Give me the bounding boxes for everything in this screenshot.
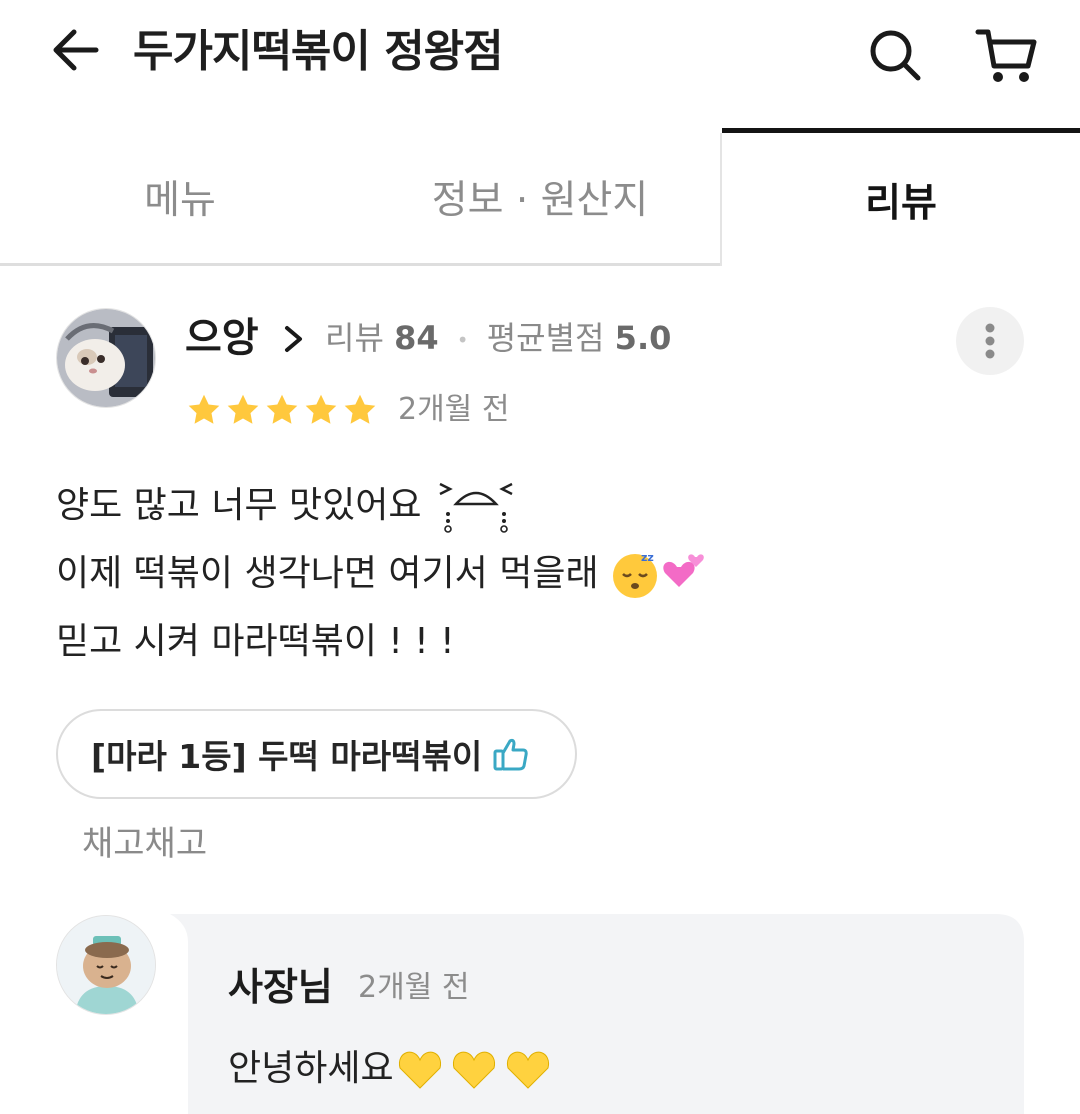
store-title: 두가지떡볶이 정왕점 <box>133 26 504 77</box>
search-icon[interactable] <box>866 26 924 84</box>
owner-avatar <box>56 915 156 1015</box>
chevron-right-icon[interactable] <box>283 324 305 354</box>
menu-tag-label: [마라 1등] 두떡 마라떡볶이 <box>91 737 483 776</box>
more-vertical-icon <box>985 323 995 359</box>
owner-name: 사장님 <box>228 965 333 1009</box>
review-text: 양도 많고 너무 맛있어요 이제 떡볶이 생각나면 여기서 먹을래 zz 믿고 … <box>56 472 717 676</box>
tab-review[interactable]: 리뷰 <box>722 128 1080 266</box>
reviewer-stats: 리뷰 84 • 평균별점 5.0 <box>325 318 671 360</box>
more-options-button[interactable] <box>956 307 1024 375</box>
review-line-3: 믿고 시켜 마라떡볶이 ! ! ! <box>56 621 455 662</box>
tab-menu[interactable]: 메뉴 <box>0 128 360 266</box>
average-rating-label: 평균별점 <box>486 319 605 357</box>
review-hashtag: 채고채고 <box>82 824 208 864</box>
average-rating-value: 5.0 <box>614 319 672 357</box>
review-count: 84 <box>394 319 439 357</box>
sleeping-face-emoticon <box>438 482 513 533</box>
stats-separator: • <box>456 328 469 352</box>
review-date: 2개월 전 <box>398 392 510 427</box>
review-line-2: 이제 떡볶이 생각나면 여기서 먹을래 <box>56 553 599 594</box>
tab-bar: 메뉴 정보 · 원산지 리뷰 <box>0 128 1080 266</box>
reviewer-name[interactable]: 으앙 <box>185 312 259 364</box>
review-count-label: 리뷰 <box>325 319 384 357</box>
sleeping-face-heart-emoji: zz <box>612 551 704 598</box>
tab-underline <box>0 263 722 266</box>
star-icon <box>227 394 259 424</box>
reviewer-avatar[interactable] <box>56 308 156 408</box>
owner-reply-text: 안녕하세요 <box>228 1044 554 1094</box>
star-icon <box>305 394 337 424</box>
tab-info-origin[interactable]: 정보 · 원산지 <box>360 128 720 266</box>
tab-divider <box>720 133 722 266</box>
svg-text:zz: zz <box>641 551 654 564</box>
star-rating <box>186 392 378 428</box>
thumbs-up-icon <box>493 738 528 771</box>
star-icon <box>344 394 376 424</box>
owner-reply-date: 2개월 전 <box>358 970 470 1005</box>
owner-reply-line: 안녕하세요 <box>228 1048 394 1089</box>
ordered-menu-tag[interactable]: [마라 1등] 두떡 마라떡볶이 <box>56 709 577 799</box>
back-arrow-icon[interactable] <box>48 22 104 78</box>
star-icon <box>266 394 298 424</box>
yellow-heart-emoji <box>398 1051 549 1089</box>
cart-icon[interactable] <box>974 26 1040 86</box>
review-line-1: 양도 많고 너무 맛있어요 <box>56 485 422 526</box>
star-icon <box>188 394 220 424</box>
